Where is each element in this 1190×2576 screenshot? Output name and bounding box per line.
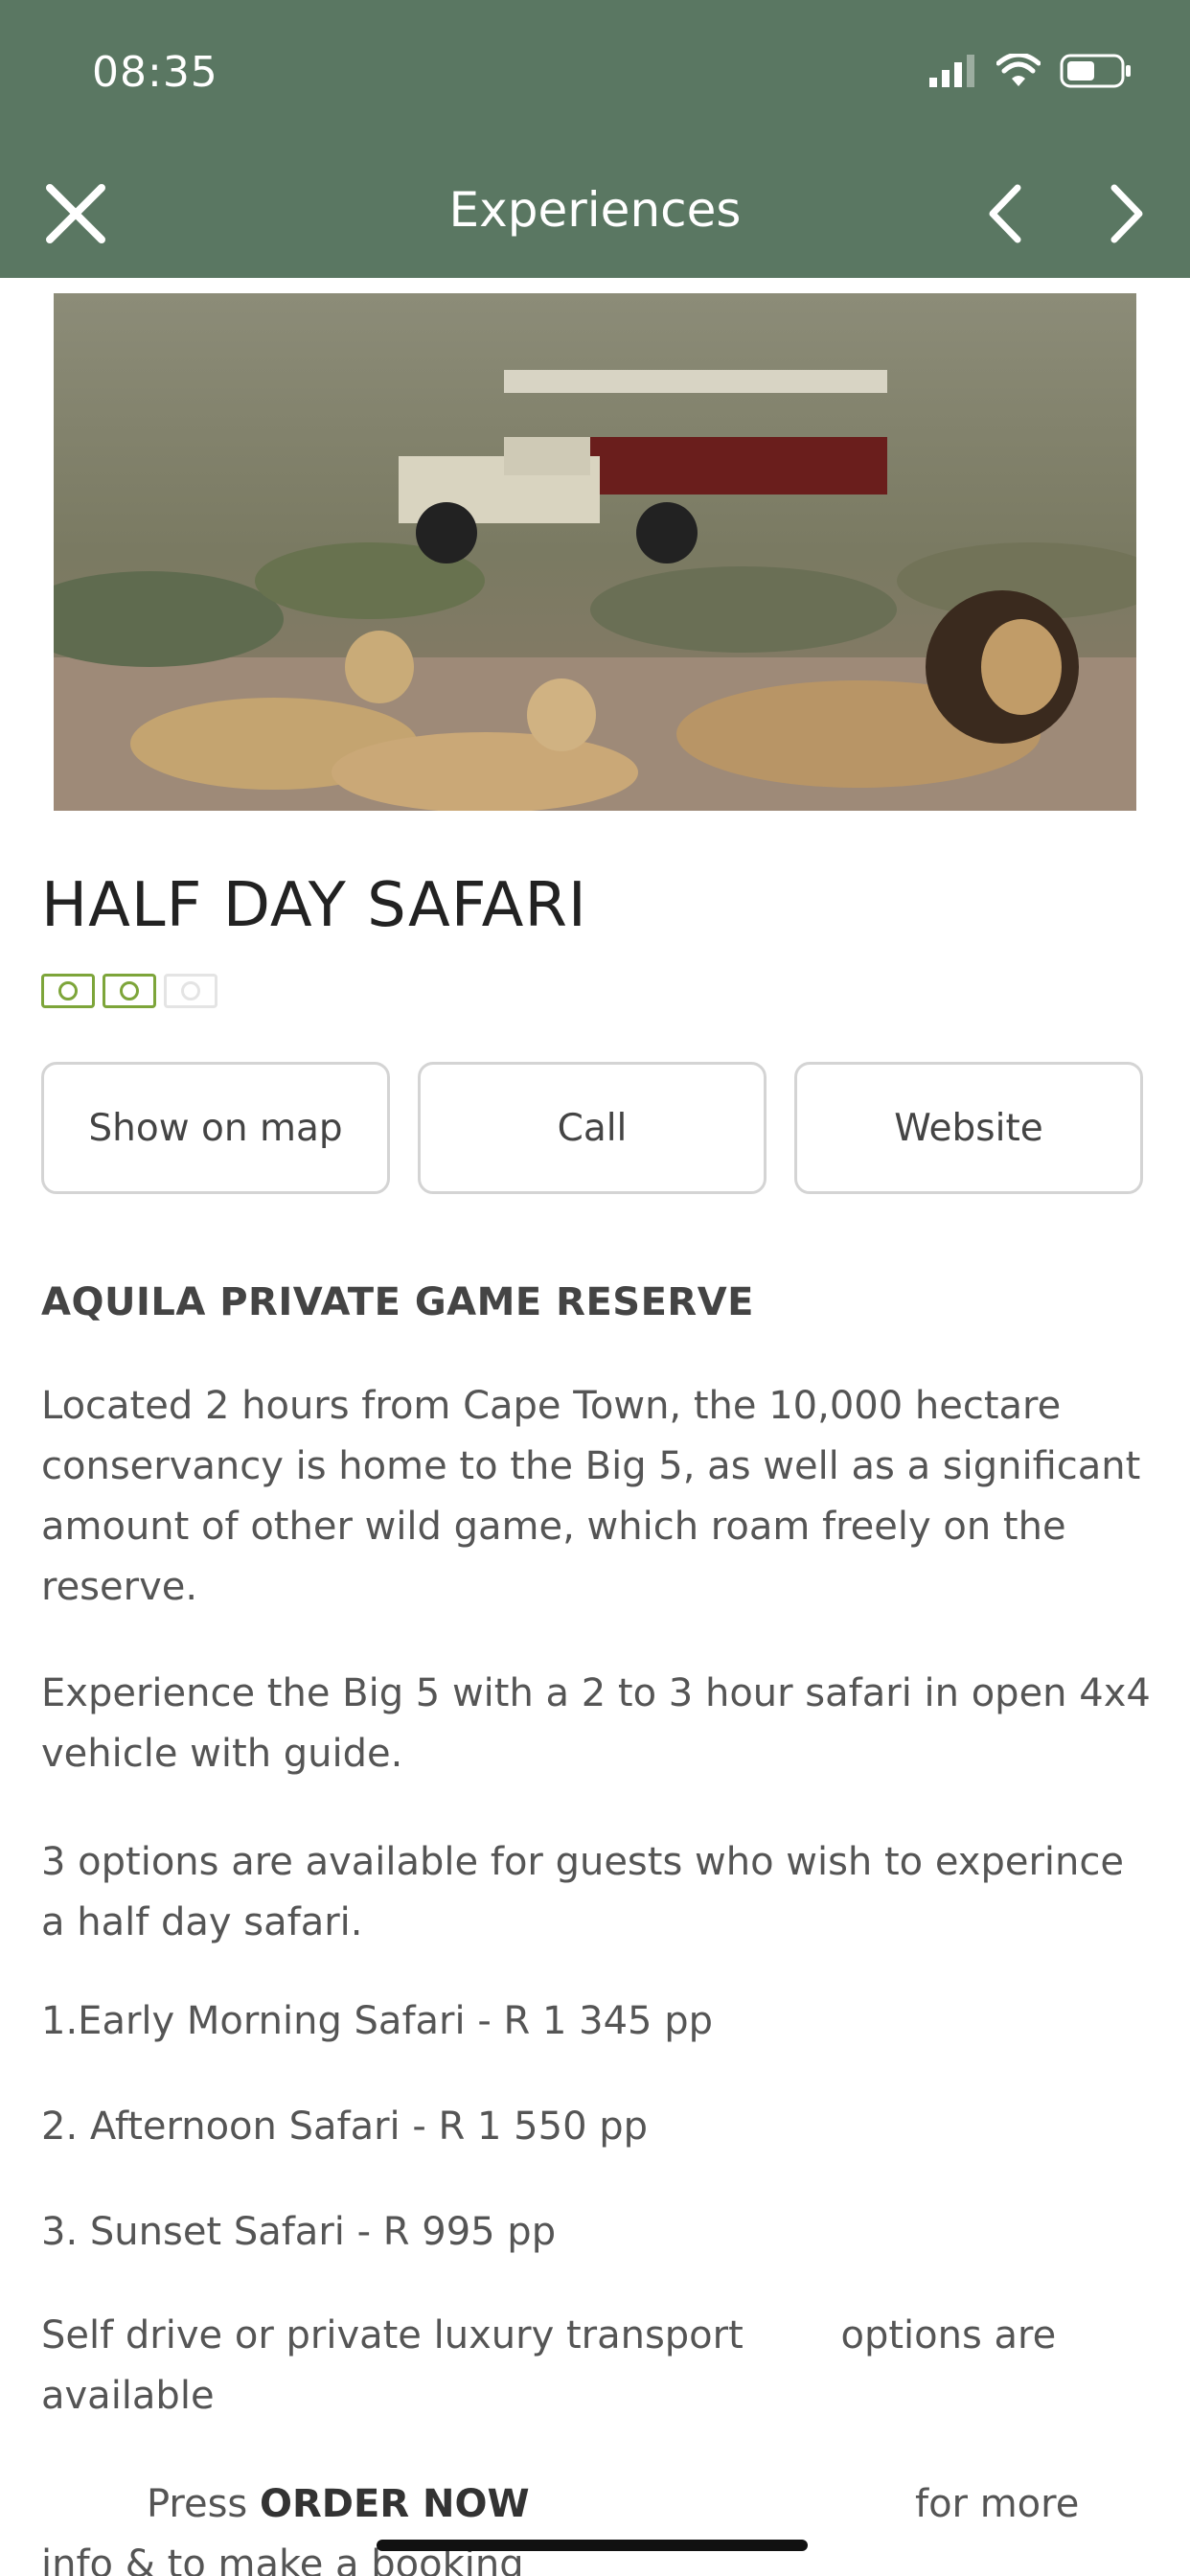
description-paragraph-3: 3 options are available for guests who w… <box>41 1840 1124 1944</box>
wifi-icon <box>996 54 1041 86</box>
price-level-icon-1 <box>41 974 95 1008</box>
price-level-icon-2 <box>103 974 156 1008</box>
order-prefix: Press <box>147 2482 248 2526</box>
show-on-map-button[interactable]: Show on map <box>41 1062 390 1194</box>
safari-option-2: 2. Afternoon Safari - R 1 550 pp <box>41 2104 649 2149</box>
listing-title: HALF DAY SAFARI <box>41 870 587 941</box>
hero-image <box>54 293 1136 811</box>
cellular-signal-icon <box>929 55 974 87</box>
safari-option-1: 1.Early Morning Safari - R 1 345 pp <box>41 1999 713 2043</box>
description-paragraph-1: Located 2 hours from Cape Town, the 10,0… <box>41 1384 1141 1609</box>
order-suffix: for more <box>915 2482 1080 2526</box>
status-time: 08:35 <box>92 48 218 97</box>
status-icons <box>929 54 1133 88</box>
chevron-left-icon[interactable] <box>977 180 1035 247</box>
battery-icon <box>1060 54 1131 88</box>
order-now-link[interactable]: ORDER NOW <box>260 2474 530 2535</box>
call-button[interactable]: Call <box>418 1062 767 1194</box>
price-level-icon-3 <box>164 974 217 1008</box>
home-indicator[interactable] <box>377 2540 808 2551</box>
chevron-right-icon[interactable] <box>1097 180 1155 247</box>
website-button[interactable]: Website <box>794 1062 1143 1194</box>
transport-note: Self drive or private luxury transport o… <box>41 2313 1068 2418</box>
section-heading: AQUILA PRIVATE GAME RESERVE <box>41 1280 755 1324</box>
description-paragraph-2: Experience the Big 5 with a 2 to 3 hour … <box>41 1671 1151 1776</box>
price-level <box>41 974 217 1008</box>
top-app-bar: 08:35 Experiences <box>0 0 1190 278</box>
order-now-line: Press ORDER NOW for more <box>41 2474 1153 2535</box>
safari-option-3: 3. Sunset Safari - R 995 pp <box>41 2210 557 2254</box>
